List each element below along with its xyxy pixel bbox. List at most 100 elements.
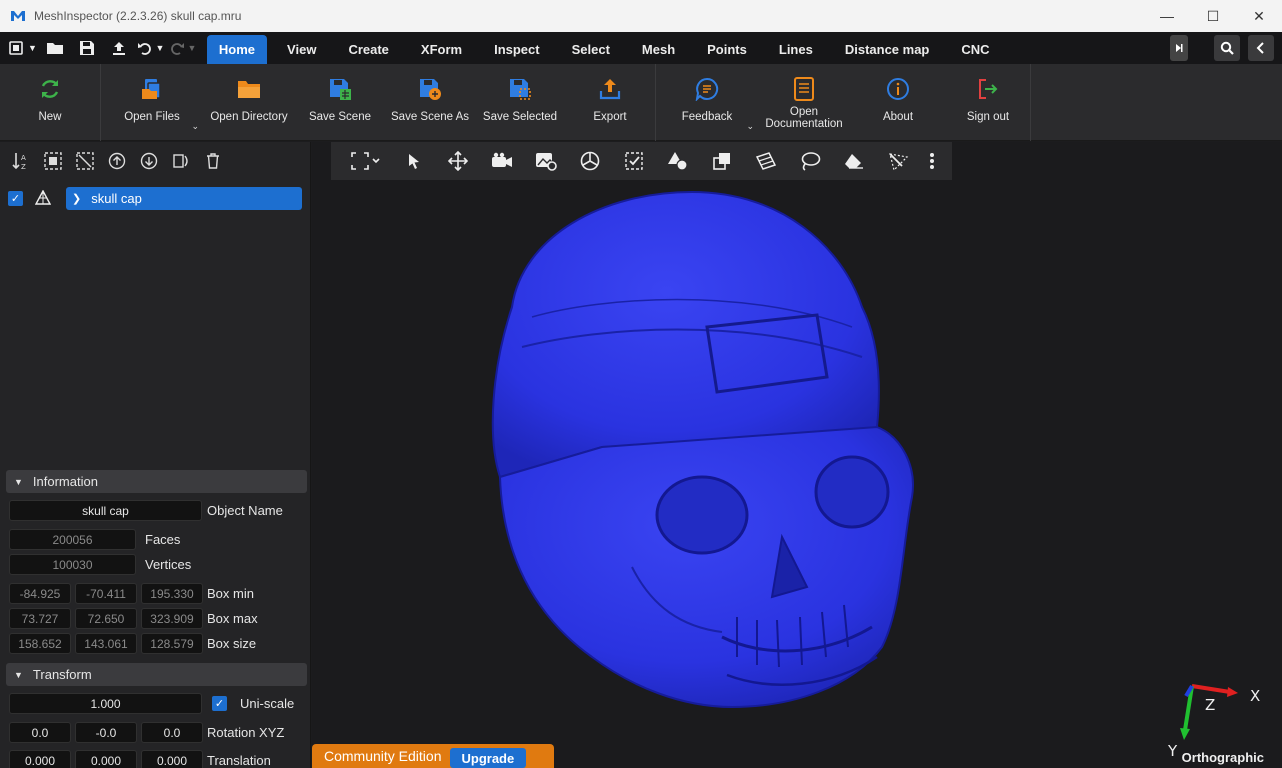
save-button[interactable] — [73, 35, 101, 61]
tab-inspect[interactable]: Inspect — [482, 35, 552, 64]
select-tool-button[interactable] — [397, 148, 431, 174]
open-files-button[interactable]: Open Files ⌄ — [101, 64, 203, 141]
move-up-button[interactable] — [106, 150, 128, 172]
magic-wand-button[interactable] — [881, 148, 915, 174]
tab-points[interactable]: Points — [695, 35, 759, 64]
scene-object-item[interactable]: ❯ skull cap — [66, 186, 302, 210]
rotation-x-field[interactable]: 0.0 — [9, 722, 71, 743]
tab-create[interactable]: Create — [336, 35, 400, 64]
export-button[interactable] — [105, 35, 133, 61]
save-selected-button[interactable]: Save Selected — [475, 64, 565, 141]
camera-tool-button[interactable] — [485, 148, 519, 174]
sort-button[interactable]: AZ — [10, 150, 32, 172]
about-button[interactable]: About — [850, 64, 946, 141]
open-folder-button[interactable] — [41, 35, 69, 61]
primitives-button[interactable] — [661, 148, 695, 174]
magic-wand-icon — [889, 153, 909, 171]
skull-cap-mesh[interactable] — [482, 187, 942, 737]
tab-lines[interactable]: Lines — [767, 35, 825, 64]
new-button[interactable]: New — [0, 64, 100, 141]
open-documentation-button[interactable]: Open Documentation — [758, 64, 850, 141]
trash-icon — [207, 153, 219, 169]
open-directory-button[interactable]: Open Directory — [203, 64, 295, 141]
delete-button[interactable] — [202, 150, 224, 172]
clipping-button[interactable] — [705, 148, 739, 174]
flip-button[interactable] — [170, 150, 192, 172]
maximize-button[interactable]: ☐ — [1190, 0, 1236, 32]
tabrow-right-controls — [1170, 35, 1274, 61]
rotation-center-icon — [580, 151, 600, 171]
upgrade-button[interactable]: Upgrade — [449, 748, 527, 768]
svg-text:Z: Z — [21, 163, 26, 171]
tab-xform[interactable]: XForm — [409, 35, 474, 64]
visibility-checkbox[interactable]: ✓ — [8, 190, 23, 206]
eraser-button[interactable] — [837, 148, 871, 174]
arrow-down-circle-icon — [140, 152, 158, 170]
export-ribbon-button[interactable]: Export — [565, 64, 655, 141]
redo-icon — [171, 43, 185, 55]
select-all-icon — [44, 152, 62, 170]
uni-scale-checkbox[interactable]: ✓ — [212, 696, 227, 711]
folder-icon — [46, 43, 63, 54]
lasso-button[interactable] — [793, 148, 827, 174]
scene-tools: AZ — [0, 142, 310, 180]
documentation-icon — [791, 76, 817, 102]
sign-out-button[interactable]: Sign out — [946, 64, 1030, 141]
select-all-button[interactable] — [42, 150, 64, 172]
shapes-icon — [668, 152, 688, 171]
section-plane-button[interactable] — [749, 148, 783, 174]
ribbon-toolbar: New Open Files ⌄ Open Directory Save Sce… — [0, 64, 1282, 141]
undo-button[interactable]: ▼ — [137, 35, 165, 61]
feedback-button[interactable]: Feedback ⌄ — [656, 64, 758, 141]
view-cube-button[interactable] — [573, 148, 607, 174]
collapse-arrow-icon: ▼ — [14, 669, 23, 680]
move-down-button[interactable] — [138, 150, 160, 172]
collapse-ribbon-button[interactable] — [1248, 35, 1274, 61]
transform-header[interactable]: ▼ Transform — [6, 663, 307, 686]
save-scene-button[interactable]: Save Scene — [295, 64, 385, 141]
refresh-icon — [37, 76, 63, 102]
tab-mesh[interactable]: Mesh — [630, 35, 687, 64]
save-scene-as-button[interactable]: Save Scene As — [385, 64, 475, 141]
minimize-button[interactable]: — — [1144, 0, 1190, 32]
tab-view[interactable]: View — [275, 35, 328, 64]
tab-distance-map[interactable]: Distance map — [833, 35, 942, 64]
chevron-down-icon: ▼ — [187, 43, 197, 53]
mesh-type-icon — [35, 190, 51, 205]
feedback-label: Feedback — [681, 111, 733, 123]
cursor-icon — [409, 154, 419, 169]
deselect-button[interactable] — [74, 150, 96, 172]
close-button[interactable]: ✕ — [1236, 0, 1282, 32]
tab-select[interactable]: Select — [560, 35, 622, 64]
tabs-scroll-button[interactable] — [1170, 35, 1188, 61]
rotation-z-field[interactable]: 0.0 — [141, 722, 203, 743]
information-header[interactable]: ▼ Information — [6, 470, 307, 493]
object-name-field[interactable]: skull cap — [9, 500, 202, 521]
open-files-label: Open Files — [124, 111, 180, 123]
search-icon — [1220, 41, 1234, 55]
scale-field[interactable]: 1.000 — [9, 693, 202, 714]
tab-home[interactable]: Home — [206, 35, 268, 64]
translation-y-field[interactable]: 0.000 — [75, 750, 137, 768]
scene-object-label: skull cap — [91, 190, 142, 206]
vertices-label: Vertices — [145, 557, 192, 572]
axis-y-label: Y — [1167, 742, 1178, 758]
3d-viewport[interactable]: X Z Y Orthographic Community Edition Upg… — [312, 142, 1282, 768]
fit-view-button[interactable] — [345, 148, 387, 174]
tab-cnc[interactable]: CNC — [949, 35, 1001, 64]
chevron-down-icon: ⌄ — [746, 121, 754, 131]
translation-x-field[interactable]: 0.000 — [9, 750, 71, 768]
selection-checklist-button[interactable] — [617, 148, 651, 174]
window-controls: — ☐ ✕ — [1144, 0, 1282, 32]
redo-button[interactable]: ▼ — [169, 35, 197, 61]
scene-menu-icon — [9, 41, 23, 55]
render-settings-button[interactable] — [529, 148, 563, 174]
translation-z-field[interactable]: 0.000 — [141, 750, 203, 768]
rotation-y-field[interactable]: -0.0 — [75, 722, 137, 743]
eraser-icon — [845, 154, 863, 169]
scene-menu-button[interactable]: ▼ — [8, 35, 37, 61]
move-tool-button[interactable] — [441, 148, 475, 174]
search-button[interactable] — [1214, 35, 1240, 61]
ribbon-group-new: New — [0, 64, 101, 141]
more-options-button[interactable] — [925, 148, 939, 174]
